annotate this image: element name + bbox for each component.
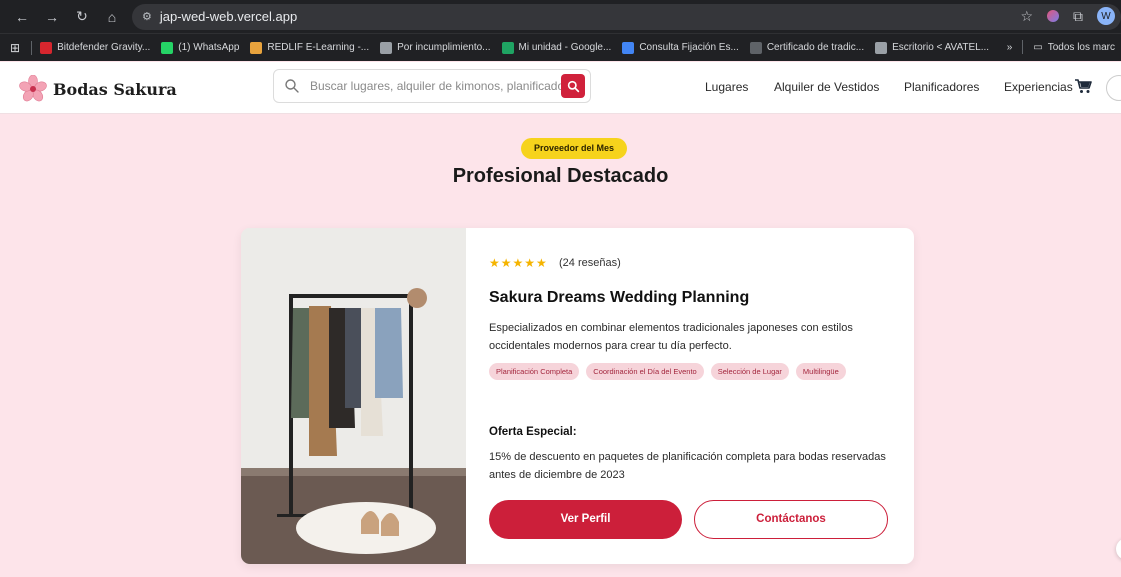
whatsapp-icon (161, 41, 174, 54)
sakura-flower-icon (19, 75, 47, 102)
provider-image (241, 228, 466, 564)
globe-icon (380, 41, 393, 54)
search-box (273, 69, 591, 103)
all-bookmarks-folder[interactable]: ▭ Todos los marc (1033, 42, 1115, 53)
featured-provider-card: ★★★★★ (24 reseñas) Sakura Dreams Wedding… (241, 228, 914, 564)
chat-widget-button[interactable] (1116, 538, 1121, 560)
service-tag: Selección de Lugar (710, 363, 789, 380)
bookmark-star-icon[interactable]: ☆ (1020, 8, 1033, 25)
search-button-icon (567, 80, 579, 92)
home-icon[interactable]: ⌂ (104, 9, 120, 25)
brand-name: Bodas Sakura (53, 79, 177, 99)
forward-icon[interactable]: → (44, 9, 60, 25)
google-drive-icon (501, 41, 514, 54)
cart-icon[interactable] (1074, 78, 1092, 94)
bookmark-label: Mi unidad - Google... (518, 42, 612, 53)
clothing-rack-illustration (241, 228, 466, 564)
profile-avatar[interactable]: W (1097, 7, 1115, 25)
folder-icon: ▭ (1033, 41, 1043, 53)
nav-planificadores[interactable]: Planificadores (904, 80, 979, 94)
featured-badge: Proveedor del Mes (521, 138, 628, 159)
more-bookmarks-icon[interactable]: » (1007, 42, 1013, 53)
nav-lugares[interactable]: Lugares (705, 80, 748, 94)
bookmark-label: Consulta Fijación Es... (639, 42, 739, 53)
service-tag: Planificación Completa (489, 363, 580, 380)
url-text: jap-wed-web.vercel.app (159, 9, 298, 24)
browser-nav: ← → ↻ ⌂ (14, 8, 120, 25)
offer-title: Oferta Especial: (489, 426, 577, 438)
rating-stars-icon: ★★★★★ (489, 256, 548, 270)
browser-toolbar: ← → ↻ ⌂ ⚙ jap-wed-web.vercel.app ☆ ⧉ W (0, 0, 1121, 33)
section-title: Profesional Destacado (452, 165, 669, 187)
brand-logo[interactable]: Bodas Sakura (19, 75, 177, 103)
bookmarks-bar: ⊞ Bitdefender Gravity... (1) WhatsApp REDL… (0, 33, 1121, 61)
search-icon (285, 79, 299, 93)
nav-alquiler-vestidos[interactable]: Alquiler de Vestidos (774, 80, 879, 94)
extensions-puzzle-icon[interactable]: ⧉ (1073, 8, 1083, 25)
provider-name: Sakura Dreams Wedding Planning (489, 289, 750, 306)
site-header: Bodas Sakura Lugares Alquiler de Vestido… (0, 62, 1121, 114)
provider-description: Especializados en combinar elementos tra… (489, 322, 853, 352)
nav-experiencias[interactable]: Experiencias (1004, 80, 1073, 94)
bookmark-label: Por incumplimiento... (397, 42, 491, 53)
bookmark-item[interactable]: Certificado de tradic... (749, 41, 865, 54)
browser-actions: ☆ ⧉ W (1020, 7, 1115, 25)
consulta-icon (622, 41, 635, 54)
bookmark-label: Certificado de tradic... (766, 42, 865, 53)
review-count: (24 reseñas) (559, 257, 621, 269)
apps-grid-icon[interactable]: ⊞ (10, 41, 20, 55)
bookmark-item[interactable]: Consulta Fijación Es... (622, 41, 739, 54)
bookmarks-divider (31, 40, 33, 55)
service-tag: Multilingüe (795, 363, 846, 380)
bookmark-label: (1) WhatsApp (178, 42, 240, 53)
bookmarks-divider-right (1022, 40, 1024, 54)
address-bar[interactable]: ⚙ jap-wed-web.vercel.app (132, 3, 1121, 30)
bookmark-item[interactable]: Bitdefender Gravity... (40, 41, 151, 54)
bookmark-label: REDLIF E-Learning -... (267, 42, 370, 53)
bookmark-item[interactable]: Escritorio < AVATEL... (875, 41, 990, 54)
user-menu-button[interactable] (1106, 75, 1121, 101)
bookmark-item[interactable]: Por incumplimiento... (380, 41, 491, 54)
bookmark-label: Bitdefender Gravity... (57, 42, 151, 53)
search-submit-button[interactable] (561, 74, 585, 98)
certificado-icon (749, 41, 762, 54)
back-icon[interactable]: ← (14, 9, 30, 25)
service-tag: Coordinación el Día del Evento (586, 363, 704, 380)
bookmark-label: Escritorio < AVATEL... (892, 42, 990, 53)
service-tags: Planificación Completa Coordinación el D… (489, 363, 889, 380)
bookmarks-overflow: » ▭ Todos los marc (1007, 40, 1115, 54)
reload-icon[interactable]: ↻ (74, 8, 90, 25)
view-profile-button[interactable]: Ver Perfil (489, 500, 682, 539)
bitdefender-icon (40, 41, 53, 54)
bookmark-item[interactable]: Mi unidad - Google... (501, 41, 612, 54)
bookmark-item[interactable]: (1) WhatsApp (161, 41, 240, 54)
search-input[interactable] (310, 79, 561, 93)
extension-icon[interactable] (1047, 10, 1059, 22)
bookmark-item[interactable]: REDLIF E-Learning -... (250, 41, 370, 54)
redlif-icon (250, 41, 263, 54)
globe-icon (875, 41, 888, 54)
contact-button[interactable]: Contáctanos (694, 500, 888, 539)
offer-description: 15% de descuento en paquetes de planific… (489, 451, 886, 481)
site-info-icon[interactable]: ⚙ (142, 10, 152, 23)
